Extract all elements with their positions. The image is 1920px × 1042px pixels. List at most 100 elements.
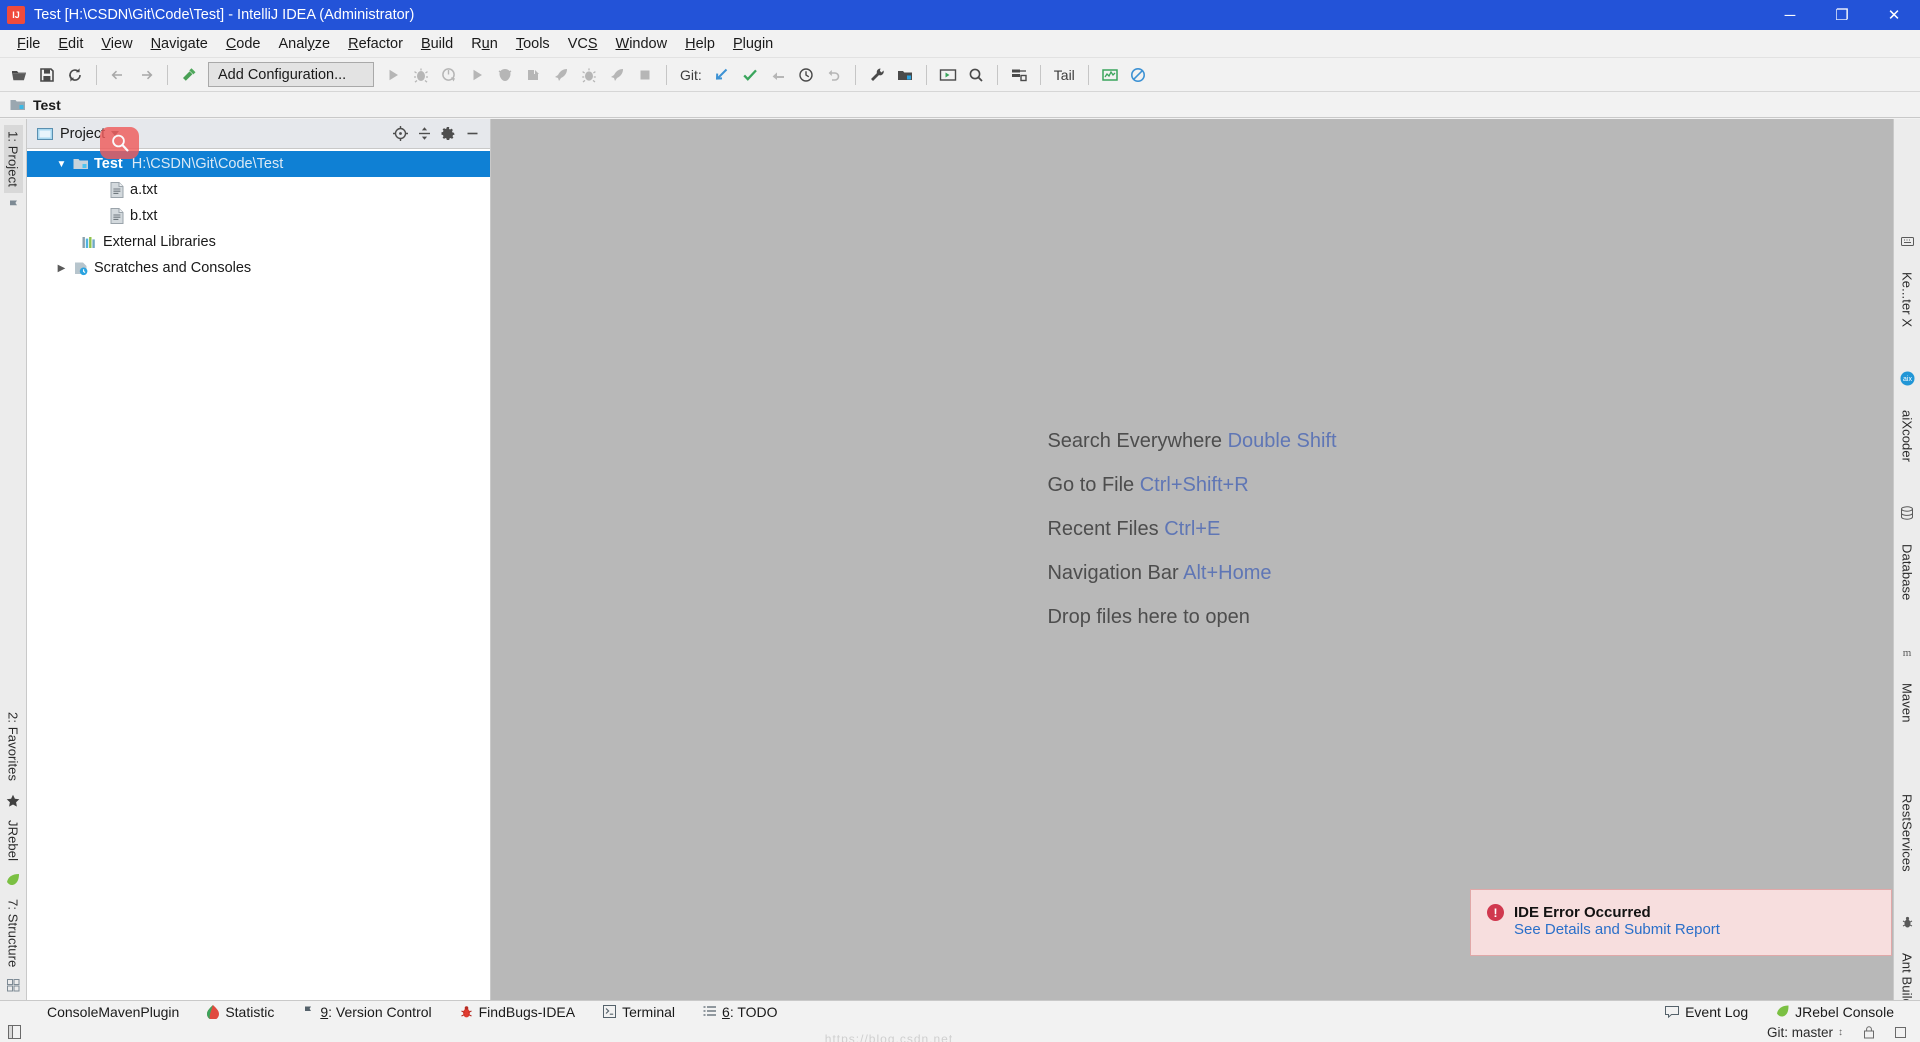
keypromoter-icon[interactable] (1900, 235, 1914, 248)
bottom-tab-console-maven-plugin[interactable]: ConsoleMavenPlugin (33, 1004, 193, 1020)
maximize-button[interactable]: ❐ (1816, 0, 1868, 30)
notification-title: IDE Error Occurred (1514, 904, 1651, 921)
menu-help[interactable]: Help (676, 33, 724, 55)
ide-error-notification[interactable]: ! IDE Error Occurred See Details and Sub… (1470, 889, 1892, 956)
editor-scrollbar[interactable] (1880, 119, 1893, 1000)
sidebar-tab-keypromoter[interactable]: Ke...ter X (1898, 264, 1917, 335)
synchronize-icon[interactable] (62, 62, 88, 88)
menu-window[interactable]: Window (607, 33, 677, 55)
chart-monitor-icon[interactable] (1097, 62, 1123, 88)
memory-indicator[interactable] (1885, 1026, 1920, 1038)
rocket-icon-1[interactable] (548, 62, 574, 88)
tree-row-scratches-and-consoles[interactable]: ▶ Scratches and Consoles (27, 255, 490, 281)
sidebar-tab-project[interactable]: 1: Project (3, 125, 23, 193)
save-all-icon[interactable] (34, 62, 60, 88)
hint-navigation-bar: Navigation Bar Alt+Home (1047, 562, 1336, 585)
menu-refactor[interactable]: Refactor (339, 33, 412, 55)
git-branch-indicator[interactable]: Git: master ↕ (1757, 1025, 1853, 1040)
menu-view[interactable]: View (92, 33, 141, 55)
sidebar-tab-maven[interactable]: Maven (1898, 675, 1917, 731)
settings-wrench-icon[interactable] (864, 62, 890, 88)
maven-icon[interactable]: m (1900, 645, 1914, 659)
close-button[interactable]: ✕ (1868, 0, 1920, 30)
build-hammer-icon[interactable] (176, 62, 202, 88)
menu-vcs[interactable]: VCS (559, 33, 607, 55)
tail-label[interactable]: Tail (1054, 67, 1075, 83)
rollback-icon[interactable] (821, 62, 847, 88)
bottom-tab-label: 9: Version Control (320, 1003, 432, 1020)
bug-icon[interactable] (576, 62, 602, 88)
menu-build[interactable]: Build (412, 33, 462, 55)
run-icon[interactable] (380, 62, 406, 88)
jrebel-leaf-icon[interactable] (6, 873, 20, 887)
menu-file[interactable]: FFileile (8, 33, 49, 55)
menu-run[interactable]: Run (462, 33, 507, 55)
bottom-tab-findbugs[interactable]: FindBugs-IDEA (446, 1004, 589, 1020)
lock-icon[interactable] (1853, 1025, 1885, 1039)
sidebar-tab-favorites[interactable]: 2: Favorites (4, 706, 23, 787)
console-run-icon[interactable] (935, 62, 961, 88)
database-icon[interactable] (1900, 506, 1914, 521)
toolbar-separator-4 (854, 64, 856, 85)
search-icon[interactable] (963, 62, 989, 88)
menu-code[interactable]: Code (217, 33, 270, 55)
stop-icon[interactable] (632, 62, 658, 88)
toolbar-separator-1 (96, 64, 97, 85)
sidebar-tab-structure[interactable]: 7: Structure (4, 893, 23, 973)
toggle-toolwindows-icon[interactable] (8, 1025, 21, 1039)
navigate-back-icon[interactable] (105, 62, 131, 88)
tree-row-b-txt[interactable]: b.txt (27, 203, 490, 229)
attach-debugger-icon[interactable] (520, 62, 546, 88)
ant-build-icon[interactable] (1901, 916, 1914, 929)
tree-row-a-txt[interactable]: a.txt (27, 177, 490, 203)
menu-analyze[interactable]: Analyze (270, 33, 340, 55)
menu-navigate[interactable]: Navigate (142, 33, 217, 55)
sidebar-tab-jrebel[interactable]: JRebel (4, 814, 23, 867)
panel-settings-gear-icon[interactable] (436, 122, 460, 146)
push-icon[interactable] (765, 62, 791, 88)
bottom-tab-statistic[interactable]: Statistic (193, 1004, 288, 1020)
bottom-tab-version-control[interactable]: 9: Version Control (288, 1004, 445, 1020)
menu-edit[interactable]: Edit (49, 33, 92, 55)
profile-icon[interactable] (492, 62, 518, 88)
commit-icon[interactable] (737, 62, 763, 88)
chevron-down-icon[interactable]: ▼ (53, 159, 70, 170)
sidebar-tab-database[interactable]: Database (1898, 536, 1917, 608)
history-icon[interactable] (793, 62, 819, 88)
menu-plugin[interactable]: Plugin (724, 33, 782, 55)
run-with-coverage-icon[interactable] (436, 62, 462, 88)
project-structure-icon[interactable] (892, 62, 918, 88)
bottom-tab-todo[interactable]: 6: TODO (689, 1004, 792, 1020)
locate-target-icon[interactable] (388, 122, 412, 146)
open-folder-icon[interactable] (6, 62, 32, 88)
collapse-all-icon[interactable] (412, 122, 436, 146)
run-icon-2[interactable] (464, 62, 490, 88)
sidebar-tab-restservices[interactable]: RestServices (1898, 786, 1917, 880)
tree-row-test[interactable]: ▼ Test H:\CSDN\Git\Code\Test (27, 151, 490, 177)
bottom-tab-jrebel-console[interactable]: JRebel Console (1762, 1004, 1920, 1020)
bottom-tab-event-log[interactable]: Event Log (1651, 1004, 1762, 1020)
tree-row-external-libraries[interactable]: External Libraries (27, 229, 490, 255)
run-configuration-selector[interactable]: Add Configuration... (208, 62, 374, 87)
project-view-selector-label[interactable]: Project (60, 126, 105, 142)
hide-panel-icon[interactable] (460, 122, 484, 146)
rocket-icon-2[interactable] (604, 62, 630, 88)
disabled-circle-icon[interactable] (1125, 62, 1151, 88)
menu-tools[interactable]: Tools (507, 33, 559, 55)
debug-icon[interactable] (408, 62, 434, 88)
structure-grid-icon[interactable] (6, 979, 20, 992)
minimize-button[interactable]: ─ (1764, 0, 1816, 30)
hint-shortcut: Ctrl+E (1164, 518, 1221, 540)
intellij-idea-icon (7, 6, 25, 24)
sidebar-tab-aixcoder[interactable]: aiXcoder (1898, 402, 1917, 470)
star-icon[interactable] (6, 794, 20, 808)
aixcoder-icon[interactable]: aix (1900, 371, 1915, 386)
layout-icon[interactable] (1006, 62, 1032, 88)
editor-empty-area[interactable]: Search Everywhere Double Shift Go to Fil… (491, 119, 1893, 1000)
notification-link[interactable]: See Details and Submit Report (1514, 921, 1720, 938)
update-project-icon[interactable] (709, 62, 735, 88)
flag-icon[interactable] (7, 199, 20, 212)
navigate-forward-icon[interactable] (133, 62, 159, 88)
chevron-right-icon[interactable]: ▶ (53, 263, 70, 274)
bottom-tab-terminal[interactable]: Terminal (589, 1004, 689, 1020)
